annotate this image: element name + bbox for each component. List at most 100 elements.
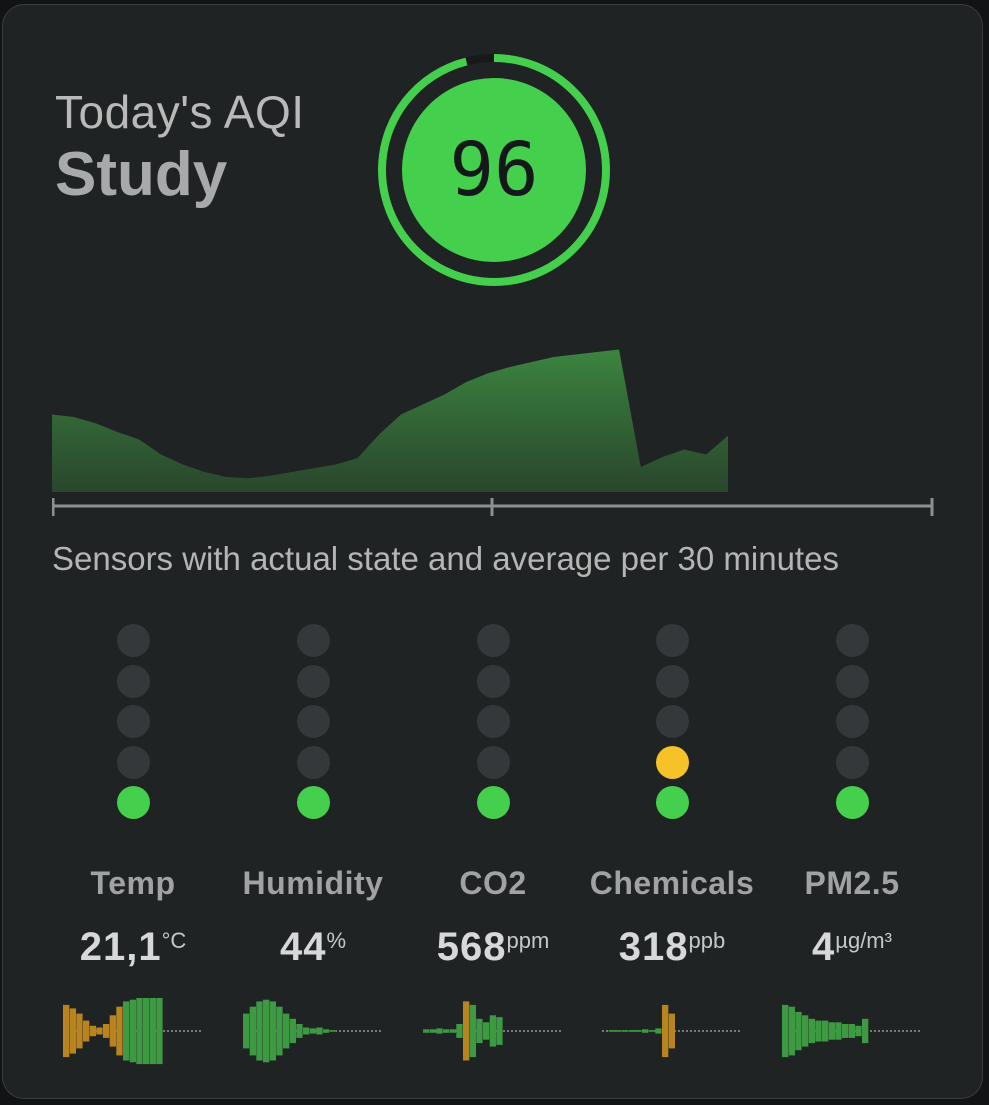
- sensor-co2[interactable]: CO2 568ppm: [408, 620, 578, 1080]
- sensor-pm25[interactable]: PM2.5 4µg/m³: [767, 620, 937, 1080]
- level-dot: [117, 786, 150, 819]
- level-dot: [297, 786, 330, 819]
- sparkline-bar: [103, 1024, 110, 1038]
- level-dot: [836, 786, 869, 819]
- sensor-name: Chemicals: [589, 865, 755, 901]
- sparkline-bar: [129, 999, 136, 1063]
- level-dot: [297, 624, 330, 657]
- sensor-sparkline: [782, 1004, 922, 1058]
- sparkline-bar: [469, 1004, 476, 1058]
- sparkline-bar: [815, 1020, 822, 1042]
- sparkline-bar: [249, 1006, 256, 1056]
- sparkline-bar: [808, 1018, 815, 1044]
- sparkline-bar: [63, 1004, 70, 1058]
- sensor-value: 4µg/m³: [767, 925, 937, 970]
- level-dot: [117, 745, 150, 779]
- sparkline-bar: [828, 1022, 835, 1040]
- sensor-value-number: 21,1: [79, 925, 162, 969]
- sensor-name: Temp: [90, 865, 176, 901]
- sensor-sparkline: [423, 1001, 563, 1061]
- sparkline-bar: [795, 1011, 802, 1051]
- sparkline-bar: [303, 1027, 310, 1035]
- sensor-value-number: 318: [618, 925, 689, 969]
- sparkline-bar: [642, 1029, 649, 1033]
- aqi-history-chart: [52, 349, 934, 516]
- level-dot: [117, 664, 150, 698]
- sparkline-bar: [123, 1001, 130, 1061]
- sensor-level-dots: [48, 620, 218, 830]
- sparkline-bar: [622, 1030, 629, 1032]
- level-dot: [836, 624, 869, 657]
- sparkline-bar: [496, 1017, 503, 1045]
- level-dot: [836, 664, 869, 698]
- sparkline-bar: [263, 999, 270, 1063]
- sensor-value-unit: °C: [161, 927, 187, 953]
- level-dot: [297, 705, 330, 738]
- sensor-value: 21,1°C: [48, 925, 218, 970]
- sparkline-bar: [316, 1027, 323, 1035]
- sparkline-bar: [449, 1029, 456, 1033]
- sensor-sparkline: [243, 999, 383, 1063]
- level-dot: [836, 705, 869, 738]
- sensor-sparkline: [602, 1004, 742, 1058]
- sparkline-bar: [635, 1030, 642, 1032]
- history-area: [52, 349, 728, 492]
- room-name: Study: [55, 140, 228, 209]
- level-dot: [656, 664, 689, 698]
- sparkline-bar: [96, 1027, 103, 1035]
- level-dot: [477, 786, 510, 819]
- sensor-temp[interactable]: Temp 21,1°C: [48, 620, 218, 1080]
- sensor-value-number: 568: [436, 925, 507, 969]
- level-dot: [656, 745, 689, 779]
- sparkline-bar: [463, 1001, 470, 1061]
- sensor-value-number: 4: [812, 925, 836, 969]
- sensor-name: PM2.5: [804, 865, 900, 901]
- sparkline-bar: [835, 1022, 842, 1040]
- sensor-level-dots: [767, 620, 937, 830]
- level-dot: [836, 745, 869, 779]
- sparkline-bar: [423, 1029, 430, 1033]
- sparkline-bar: [136, 998, 143, 1065]
- sensor-value: 318ppb: [587, 925, 757, 970]
- sparkline-bar: [842, 1024, 849, 1038]
- sensor-value-unit: µg/m³: [835, 927, 892, 953]
- level-dot: [477, 624, 510, 657]
- sensor-humidity[interactable]: Humidity 44%: [228, 620, 398, 1080]
- sensor-value-unit: %: [326, 927, 347, 953]
- level-dot: [297, 745, 330, 779]
- sensor-chemicals[interactable]: Chemicals 318ppb: [587, 620, 757, 1080]
- sparkline-bar: [69, 1008, 76, 1054]
- sparkline-bar: [143, 998, 150, 1065]
- sparkline-bar: [802, 1015, 809, 1047]
- sparkline-bar: [429, 1029, 436, 1033]
- sparkline-bar: [615, 1030, 622, 1032]
- card-title: Today's AQI: [55, 86, 305, 138]
- sparkline-bar: [269, 1001, 276, 1061]
- sensor-name: CO2: [459, 865, 527, 901]
- sparkline-bar: [156, 998, 163, 1065]
- sparkline-bar: [655, 1028, 662, 1034]
- sparkline-bar: [822, 1020, 829, 1042]
- sparkline-bar: [668, 1013, 675, 1049]
- level-dot: [656, 624, 689, 657]
- sparkline-bar: [149, 998, 156, 1065]
- sensor-value-number: 44: [279, 925, 327, 969]
- sensor-level-dots: [408, 620, 578, 830]
- sparkline-bar: [608, 1030, 615, 1032]
- sparkline-bar: [76, 1013, 83, 1049]
- sparkline-bar: [289, 1018, 296, 1044]
- sensor-level-dots: [587, 620, 757, 830]
- level-dot: [477, 664, 510, 698]
- sparkline-bar: [628, 1030, 635, 1032]
- sparkline-bar: [109, 1015, 116, 1047]
- level-dot: [297, 664, 330, 698]
- sensor-value-unit: ppm: [506, 927, 550, 953]
- sparkline-bar: [788, 1006, 795, 1056]
- sparkline-bar: [855, 1025, 862, 1037]
- sparkline-bar: [243, 1013, 250, 1049]
- sparkline-bar: [89, 1025, 96, 1037]
- sensor-value: 44%: [228, 925, 398, 970]
- sensors-subtitle: Sensors with actual state and average pe…: [52, 540, 839, 577]
- level-dot: [477, 705, 510, 738]
- sparkline-bar: [476, 1018, 483, 1044]
